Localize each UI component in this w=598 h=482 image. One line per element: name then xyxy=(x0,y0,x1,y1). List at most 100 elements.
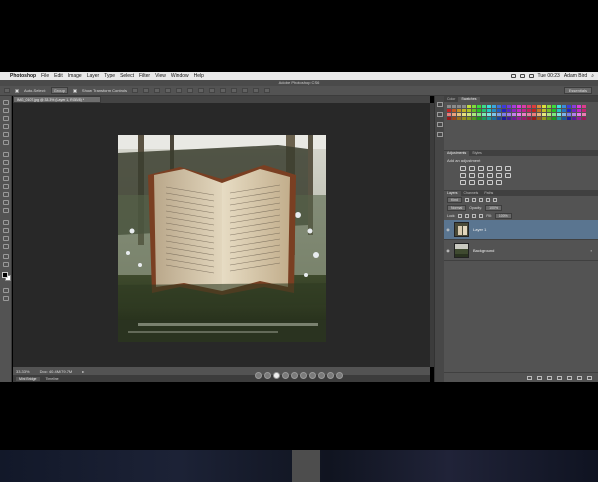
slide-dot[interactable] xyxy=(336,372,343,379)
swatches-grid[interactable] xyxy=(444,102,598,123)
slide-dot[interactable] xyxy=(327,372,334,379)
swatch-cell[interactable] xyxy=(467,113,471,116)
volume-icon[interactable] xyxy=(528,74,534,78)
menu-help[interactable]: Help xyxy=(194,73,204,79)
swatch-cell[interactable] xyxy=(522,105,526,108)
distribute-left-icon[interactable] xyxy=(231,88,238,93)
swatch-cell[interactable] xyxy=(452,109,456,112)
menu-edit[interactable]: Edit xyxy=(54,73,63,79)
swatch-cell[interactable] xyxy=(572,109,576,112)
swatch-cell[interactable] xyxy=(452,117,456,120)
swatch-cell[interactable] xyxy=(582,113,586,116)
swatch-cell[interactable] xyxy=(527,109,531,112)
swatch-cell[interactable] xyxy=(522,113,526,116)
threshold-icon[interactable] xyxy=(478,180,484,185)
align-top-icon[interactable] xyxy=(132,88,139,93)
spotlight-icon[interactable]: ⌕ xyxy=(591,73,594,79)
document-tab[interactable]: IMG_0107.jpg @ 33.3% (Layer 1, RGB/8) * xyxy=(13,96,101,103)
swatch-cell[interactable] xyxy=(462,109,466,112)
swatch-cell[interactable] xyxy=(457,109,461,112)
swatch-cell[interactable] xyxy=(482,113,486,116)
swatch-cell[interactable] xyxy=(552,117,556,120)
hue-saturation-icon[interactable] xyxy=(460,173,466,178)
menu-layer[interactable]: Layer xyxy=(87,73,100,79)
swatch-cell[interactable] xyxy=(447,109,451,112)
layer-row-layer-1[interactable]: ◉ Layer 1 xyxy=(444,220,598,240)
swatch-cell[interactable] xyxy=(547,117,551,120)
swatch-cell[interactable] xyxy=(562,105,566,108)
marquee-tool-icon[interactable] xyxy=(3,108,9,113)
swatch-cell[interactable] xyxy=(512,109,516,112)
opacity-field[interactable]: 100% xyxy=(485,205,503,211)
history-brush-tool-icon[interactable] xyxy=(3,176,9,181)
swatch-cell[interactable] xyxy=(557,109,561,112)
swatch-cell[interactable] xyxy=(457,105,461,108)
foreground-color-swatch[interactable] xyxy=(2,272,8,278)
swatch-cell[interactable] xyxy=(557,117,561,120)
move-tool-preset-icon[interactable] xyxy=(4,88,10,93)
tab-swatches[interactable]: Swatches xyxy=(458,97,480,102)
auto-select-checkbox[interactable] xyxy=(15,88,19,93)
swatch-cell[interactable] xyxy=(522,117,526,120)
auto-align-icon[interactable] xyxy=(264,88,271,93)
swatch-cell[interactable] xyxy=(502,113,506,116)
lock-all-icon[interactable] xyxy=(479,214,484,218)
swatch-cell[interactable] xyxy=(567,109,571,112)
swatch-cell[interactable] xyxy=(487,117,491,120)
triangle-adjust-icon[interactable] xyxy=(505,166,511,171)
path-select-tool-icon[interactable] xyxy=(3,236,9,241)
layer-name[interactable]: Layer 1 xyxy=(473,227,486,232)
swatch-cell[interactable] xyxy=(557,105,561,108)
swatch-cell[interactable] xyxy=(447,117,451,120)
add-mask-icon[interactable] xyxy=(547,375,552,380)
menu-filter[interactable]: Filter xyxy=(139,73,150,79)
lasso-tool-icon[interactable] xyxy=(3,116,9,121)
filter-shape-icon[interactable] xyxy=(486,198,491,202)
slide-dot[interactable] xyxy=(318,372,325,379)
swatch-cell[interactable] xyxy=(507,113,511,116)
character-panel-icon[interactable] xyxy=(437,122,443,127)
gradient-tool-icon[interactable] xyxy=(3,192,9,197)
tab-color[interactable]: Color xyxy=(444,97,458,102)
show-transform-checkbox[interactable] xyxy=(72,88,77,93)
swatch-cell[interactable] xyxy=(467,117,471,120)
swatch-cell[interactable] xyxy=(517,117,521,120)
app-menu[interactable]: Photoshop xyxy=(10,73,36,79)
swatch-cell[interactable] xyxy=(532,117,536,120)
swatch-cell[interactable] xyxy=(522,109,526,112)
swatch-cell[interactable] xyxy=(527,113,531,116)
swatch-cell[interactable] xyxy=(497,105,501,108)
shape-tool-icon[interactable] xyxy=(3,244,9,249)
swatch-cell[interactable] xyxy=(532,109,536,112)
clock[interactable]: Tue 00:23 xyxy=(538,73,560,79)
align-right-icon[interactable] xyxy=(187,88,194,93)
swatch-cell[interactable] xyxy=(482,105,486,108)
dodge-tool-icon[interactable] xyxy=(3,208,9,213)
swatch-cell[interactable] xyxy=(527,117,531,120)
swatch-cell[interactable] xyxy=(457,117,461,120)
black-white-icon[interactable] xyxy=(478,173,484,178)
swatch-cell[interactable] xyxy=(482,109,486,112)
filter-adjustment-icon[interactable] xyxy=(472,198,477,202)
swatch-cell[interactable] xyxy=(492,117,496,120)
swatch-cell[interactable] xyxy=(472,109,476,112)
swatch-cell[interactable] xyxy=(462,105,466,108)
swatch-cell[interactable] xyxy=(497,113,501,116)
auto-select-dropdown[interactable]: Group xyxy=(50,87,68,94)
exposure-icon[interactable] xyxy=(487,166,493,171)
swatch-cell[interactable] xyxy=(487,105,491,108)
swatch-cell[interactable] xyxy=(582,105,586,108)
tab-mini-bridge[interactable]: Mini Bridge xyxy=(16,376,40,381)
battery-icon[interactable] xyxy=(510,74,516,78)
swatch-cell[interactable] xyxy=(452,113,456,116)
swatch-cell[interactable] xyxy=(467,105,471,108)
invert-icon[interactable] xyxy=(460,180,466,185)
distribute-middle-icon[interactable] xyxy=(209,88,216,93)
swatch-cell[interactable] xyxy=(542,117,546,120)
swatch-cell[interactable] xyxy=(462,113,466,116)
curves-icon[interactable] xyxy=(478,166,484,171)
tab-layers[interactable]: Layers xyxy=(444,191,461,196)
swatch-cell[interactable] xyxy=(567,105,571,108)
zoom-tool-icon[interactable] xyxy=(3,262,9,267)
type-tool-icon[interactable] xyxy=(3,228,9,233)
